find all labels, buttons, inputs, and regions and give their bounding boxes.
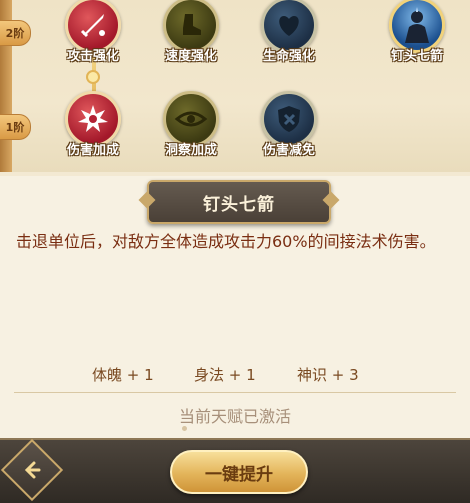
- talent-node-nail-seven-arrows[interactable]: 钉头七箭: [377, 0, 457, 64]
- talent-node-damage-bonus[interactable]: 伤害加成: [53, 91, 133, 158]
- talent-description: 击退单位后，对敌方全体造成攻击力60%的间接法术伤害。: [16, 232, 436, 251]
- talent-label: 攻击强化: [66, 49, 119, 64]
- talent-label: 伤害减免: [262, 143, 315, 158]
- stat-agility: 身法 + 1: [194, 366, 256, 384]
- talent-node-damage-reduction[interactable]: 伤害减免: [249, 91, 329, 158]
- divider: [14, 392, 456, 393]
- stat-physique: 体魄 + 1: [92, 366, 154, 384]
- connector-node-dot: [86, 70, 100, 84]
- talent-label: 钉头七箭: [390, 49, 443, 64]
- talent-node-health[interactable]: 生命强化: [249, 0, 329, 64]
- talent-label: 生命强化: [262, 49, 315, 64]
- talent-label: 洞察加成: [164, 143, 217, 158]
- talent-tree: 2阶 1阶 攻击强化 速度强化 生命强化 钉头七箭 伤害加成 洞察加成 伤害减免: [0, 0, 470, 172]
- status-dot: [182, 426, 187, 431]
- upgrade-button-label: 一键提升: [205, 464, 273, 485]
- talent-node-insight-bonus[interactable]: 洞察加成: [151, 91, 231, 158]
- tier-badge-1: 1阶: [0, 114, 31, 140]
- one-click-upgrade-button[interactable]: 一键提升: [170, 450, 308, 494]
- talent-title: 钉头七箭: [203, 194, 275, 215]
- talent-label: 伤害加成: [66, 143, 119, 158]
- talent-label: 速度强化: [164, 49, 217, 64]
- tier-badge-2: 2阶: [0, 20, 31, 46]
- stat-spirit: 神识 + 3: [297, 366, 359, 384]
- talent-node-attack[interactable]: 攻击强化: [53, 0, 133, 64]
- talent-stats: 体魄 + 1 身法 + 1 神识 + 3: [0, 364, 470, 388]
- back-arrow-icon[interactable]: [10, 448, 54, 492]
- talent-status-text: 当前天赋已激活: [178, 407, 291, 426]
- talent-node-speed[interactable]: 速度强化: [151, 0, 231, 64]
- talent-title-plate: 钉头七箭: [147, 180, 331, 224]
